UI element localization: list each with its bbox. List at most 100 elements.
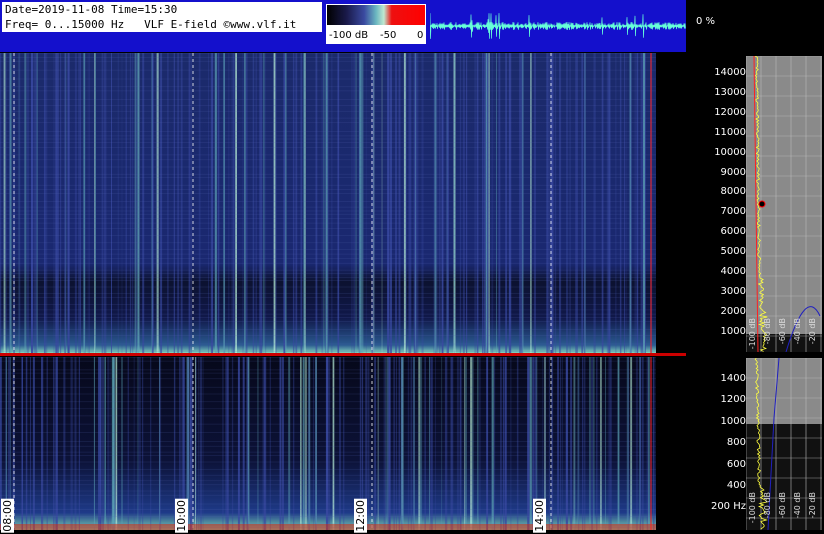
horizontal-line xyxy=(0,262,656,264)
horizontal-line xyxy=(0,222,656,224)
signal-streak xyxy=(482,53,484,354)
signal-streak xyxy=(508,53,511,354)
signal-streak xyxy=(321,53,323,354)
spectrogram-upper xyxy=(0,53,656,354)
horizontal-line xyxy=(0,423,656,425)
horizontal-line xyxy=(0,343,656,345)
horizontal-line xyxy=(0,189,656,190)
horizontal-line xyxy=(0,249,656,250)
signal-streak xyxy=(67,53,70,354)
horizontal-line xyxy=(0,117,656,119)
freq-tick-label: 4000 xyxy=(720,266,746,277)
signal-streak xyxy=(36,53,38,354)
signal-streak xyxy=(190,53,192,354)
signal-streak xyxy=(301,53,303,354)
signal-streak xyxy=(88,53,90,354)
band-divider xyxy=(0,353,686,356)
signal-streak xyxy=(44,53,46,354)
signal-streak xyxy=(244,53,246,354)
signal-streak xyxy=(125,53,127,354)
horizontal-line xyxy=(0,269,656,271)
freq-tick-label: 200 Hz xyxy=(710,501,746,513)
signal-streak xyxy=(24,53,27,354)
freq-tick-label: 9000 xyxy=(720,166,746,178)
signal-streak xyxy=(521,53,523,354)
signal-streak xyxy=(365,53,367,354)
horizontal-line xyxy=(0,131,656,132)
signal-streak xyxy=(121,53,123,354)
signal-streak xyxy=(87,53,89,354)
signal-streak xyxy=(629,53,632,354)
signal-streak xyxy=(437,53,439,354)
signal-streak xyxy=(94,53,96,354)
signal-streak xyxy=(259,53,261,354)
db-label: -60 dB xyxy=(778,318,787,345)
signal-streak xyxy=(214,53,217,354)
signal-streak xyxy=(325,53,328,354)
signal-streak xyxy=(273,53,276,354)
horizontal-line xyxy=(0,309,656,311)
horizontal-line xyxy=(0,122,656,123)
signal-streak xyxy=(459,53,462,354)
signal-streak xyxy=(474,53,476,354)
signal-streak xyxy=(173,53,175,354)
signal-streak xyxy=(295,53,298,354)
horizontal-line xyxy=(0,110,656,112)
signal-streak xyxy=(601,53,604,354)
horizontal-line xyxy=(0,469,656,470)
signal-streak xyxy=(496,53,497,354)
db-label: -100 dB xyxy=(748,492,757,524)
horizontal-line xyxy=(0,490,656,492)
signal-streak xyxy=(19,53,21,354)
signal-streak xyxy=(634,53,637,354)
waveform-strip xyxy=(430,13,686,39)
horizontal-line xyxy=(0,177,656,178)
horizontal-line xyxy=(0,280,656,281)
horizontal-line xyxy=(0,321,656,322)
horizontal-line xyxy=(0,372,656,374)
horizontal-line xyxy=(0,69,656,71)
horizontal-line xyxy=(0,228,656,229)
signal-streak xyxy=(409,53,412,354)
signal-streak xyxy=(53,53,55,354)
signal-streak xyxy=(177,53,180,354)
signal-streak xyxy=(387,53,389,354)
signal-streak xyxy=(60,53,62,354)
signal-streak xyxy=(323,53,325,354)
db-label: -100 dB xyxy=(748,318,757,350)
signal-streak xyxy=(103,53,105,354)
signal-streak xyxy=(636,53,639,354)
low-freq-band xyxy=(0,524,656,530)
horizontal-line xyxy=(0,329,656,330)
upper-frequency-axis: 14000 13000 12000 11000 10000 9000 8000 7000 600… xyxy=(656,53,746,353)
signal-streak xyxy=(408,53,410,354)
signal-streak xyxy=(398,53,401,354)
signal-streak xyxy=(142,53,145,354)
lower-frequency-axis: 1400 1200 1000 800 600 400 200 Hz xyxy=(656,357,746,534)
horizontal-line xyxy=(0,378,656,380)
signal-streak xyxy=(608,53,611,354)
horizontal-line xyxy=(0,147,656,148)
marker-dot xyxy=(758,200,766,208)
signal-streak xyxy=(353,53,355,354)
signal-streak xyxy=(0,53,1,354)
horizontal-line xyxy=(0,60,656,62)
horizontal-line xyxy=(0,503,656,505)
horizontal-line xyxy=(0,273,656,274)
signal-streak xyxy=(416,53,419,354)
signal-streak xyxy=(132,53,134,354)
horizontal-line xyxy=(0,516,656,517)
horizontal-line xyxy=(0,408,656,410)
percent-readout: 0 % xyxy=(696,16,716,27)
horizontal-line xyxy=(0,386,656,388)
signal-streak xyxy=(101,53,103,354)
signal-streak xyxy=(581,53,582,354)
signal-streak xyxy=(75,53,77,354)
horizontal-line xyxy=(0,474,656,476)
horizontal-line xyxy=(0,286,656,288)
freq-tick-label: 1400 xyxy=(720,373,746,384)
signal-streak xyxy=(606,53,608,354)
signal-streak xyxy=(351,53,353,354)
db-label: -20 dB xyxy=(808,492,817,519)
horizontal-line xyxy=(0,53,656,54)
